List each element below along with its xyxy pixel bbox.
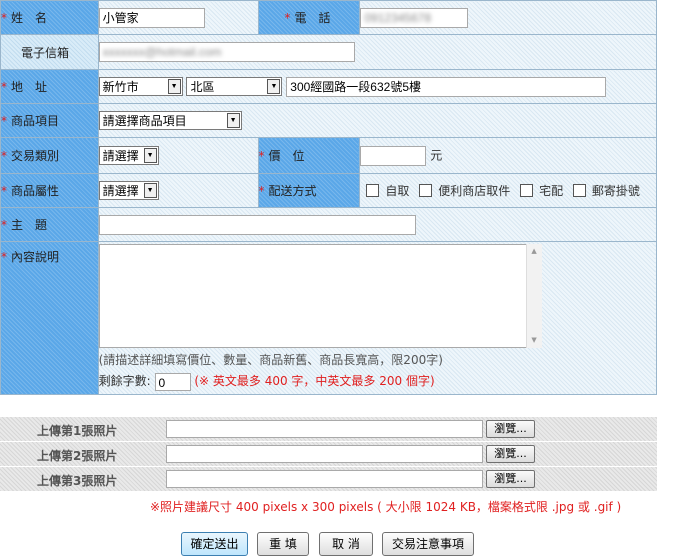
shipping-label: * 配送方式 — [257, 173, 361, 208]
photo-row: 上傳第1張照片 瀏覽... — [0, 417, 657, 441]
limit-note: (※ 英文最多 400 字，中英文最多 200 個字) — [194, 374, 435, 388]
phone-input[interactable]: 0912345678 — [360, 7, 469, 28]
photo-label: 上傳第3張照片 — [37, 474, 118, 488]
shipping-mail-checkbox[interactable] — [572, 184, 586, 197]
shipping-pickup-checkbox[interactable] — [366, 184, 380, 197]
description-textarea[interactable]: ▲ ▼ — [98, 244, 542, 348]
phone-label: * 電 話 — [257, 0, 361, 35]
scroll-up-icon: ▲ — [531, 247, 537, 255]
category-select[interactable]: 請選擇商品項目 ▼ — [98, 111, 242, 130]
cancel-button[interactable]: 取 消 — [319, 532, 373, 556]
submit-button[interactable]: 確定送出 — [181, 532, 248, 556]
browse-button[interactable]: 瀏覽... — [486, 420, 535, 438]
photo-row: 上傳第3張照片 瀏覽... — [0, 467, 657, 491]
chevron-down-icon: ▼ — [143, 183, 157, 198]
description-hint: (請描述詳細填寫價位、數量、商品新舊、商品長寬高，限200字) — [98, 353, 443, 367]
category-label: * 商品項目 — [0, 103, 99, 138]
photo-file-input[interactable] — [166, 420, 483, 438]
chevron-down-icon: ▼ — [267, 79, 281, 94]
attribute-label: * 商品屬性 — [0, 173, 99, 208]
photo-size-note: ※照片建議尺寸 400 pixels x 300 pixels ( 大小限 10… — [150, 500, 622, 514]
trade-notice-button[interactable]: 交易注意事項 — [382, 532, 474, 556]
shipping-option-label: 便利商店取件 — [438, 184, 511, 198]
browse-button[interactable]: 瀏覽... — [486, 445, 535, 463]
subject-label: * 主 題 — [0, 207, 99, 242]
price-unit: 元 — [430, 148, 443, 162]
address-label: * 地 址 — [0, 69, 99, 104]
shipping-option-label: 宅配 — [539, 184, 564, 198]
shipping-option-label: 郵寄掛號 — [591, 184, 640, 198]
address-input[interactable]: 300經國路一段632號5樓 — [286, 76, 607, 97]
subject-input[interactable] — [98, 214, 416, 235]
textarea-scrollbar[interactable]: ▲ ▼ — [525, 244, 542, 348]
reset-button[interactable]: 重 填 — [257, 532, 309, 556]
photo-file-input[interactable] — [166, 470, 483, 488]
name-input[interactable]: 小管家 — [98, 7, 205, 28]
chevron-down-icon: ▼ — [226, 113, 240, 128]
remaining-count: 0 — [154, 372, 191, 391]
post-form: * 姓 名 小管家 * 電 話 0912345678 電子信箱 xxxxxxx@ho… — [0, 0, 658, 395]
description-label: * 內容說明 — [0, 241, 99, 395]
shipping-option-label: 自取 — [385, 184, 410, 198]
shipping-delivery-checkbox[interactable] — [520, 184, 534, 197]
photo-upload-section: 上傳第1張照片 瀏覽... 上傳第2張照片 瀏覽... 上傳第3張照片 瀏覽..… — [0, 417, 657, 492]
email-label: 電子信箱 — [0, 34, 99, 70]
price-input[interactable] — [360, 145, 427, 166]
chevron-down-icon: ▼ — [167, 79, 181, 94]
remaining-label: 剩餘字數: — [98, 374, 151, 388]
email-input[interactable]: xxxxxxx@hotmail.com — [98, 42, 355, 62]
chevron-down-icon: ▼ — [143, 148, 157, 163]
price-label: * 價 位 — [257, 137, 361, 174]
attribute-select[interactable]: 請選擇 ▼ — [98, 181, 159, 200]
photo-file-input[interactable] — [166, 445, 483, 463]
shipping-store-checkbox[interactable] — [419, 184, 433, 197]
city-select[interactable]: 新竹市 ▼ — [98, 77, 183, 96]
trade-type-select[interactable]: 請選擇 ▼ — [98, 146, 159, 165]
district-select[interactable]: 北區 ▼ — [186, 77, 283, 96]
browse-button[interactable]: 瀏覽... — [486, 470, 535, 488]
photo-label: 上傳第1張照片 — [37, 424, 118, 438]
name-label: * 姓 名 — [0, 0, 99, 35]
scroll-down-icon: ▼ — [531, 336, 537, 344]
photo-row: 上傳第2張照片 瀏覽... — [0, 442, 657, 466]
photo-label: 上傳第2張照片 — [37, 449, 118, 463]
trade-type-label: * 交易類別 — [0, 137, 99, 174]
